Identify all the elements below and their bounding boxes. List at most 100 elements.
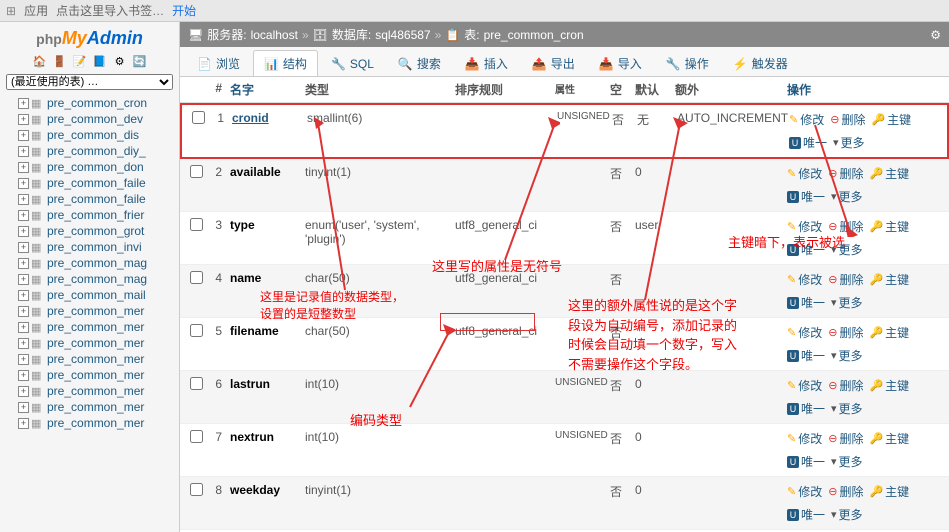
primary-key-action[interactable]: 🔑主键 — [869, 218, 909, 235]
edit-action[interactable]: ✎修改 — [787, 165, 822, 182]
unique-action[interactable]: U唯一 — [787, 241, 825, 258]
primary-key-action[interactable]: 🔑主键 — [869, 271, 909, 288]
more-action[interactable]: ▾更多 — [831, 188, 863, 205]
expand-icon[interactable]: + — [18, 274, 29, 285]
more-action[interactable]: ▾更多 — [833, 134, 865, 151]
primary-key-action[interactable]: 🔑主键 — [869, 430, 909, 447]
tree-item[interactable]: +▦pre_common_dev — [0, 111, 179, 127]
primary-key-action[interactable]: 🔑主键 — [869, 165, 909, 182]
primary-key-action[interactable]: 🔑主键 — [871, 111, 911, 128]
tree-item[interactable]: +▦pre_common_diy_ — [0, 143, 179, 159]
expand-icon[interactable]: + — [18, 130, 29, 141]
settings-icon[interactable]: ⚙ — [112, 53, 128, 69]
more-action[interactable]: ▾更多 — [831, 453, 863, 470]
tree-item[interactable]: +▦pre_common_mer — [0, 383, 179, 399]
db-tree[interactable]: +▦pre_common_cron+▦pre_common_dev+▦pre_c… — [0, 93, 179, 532]
unique-action[interactable]: U唯一 — [787, 506, 825, 523]
more-action[interactable]: ▾更多 — [831, 400, 863, 417]
db-link[interactable]: sql486587 — [375, 28, 430, 42]
tree-item[interactable]: +▦pre_common_dis — [0, 127, 179, 143]
tree-item[interactable]: +▦pre_common_faile — [0, 175, 179, 191]
edit-action[interactable]: ✎修改 — [787, 377, 822, 394]
delete-action[interactable]: ⊖删除 — [828, 218, 863, 235]
primary-key-action[interactable]: 🔑主键 — [869, 377, 909, 394]
tab-导入[interactable]: 📥导入 — [588, 50, 653, 76]
tree-item[interactable]: +▦pre_common_mer — [0, 303, 179, 319]
tree-item[interactable]: +▦pre_common_mer — [0, 319, 179, 335]
tab-插入[interactable]: 📥插入 — [454, 50, 519, 76]
row-checkbox[interactable] — [190, 324, 203, 337]
delete-action[interactable]: ⊖删除 — [828, 271, 863, 288]
tree-item[interactable]: +▦pre_common_mag — [0, 271, 179, 287]
edit-action[interactable]: ✎修改 — [789, 111, 824, 128]
server-link[interactable]: localhost — [251, 28, 298, 42]
tab-操作[interactable]: 🔧操作 — [655, 50, 720, 76]
expand-icon[interactable]: + — [18, 338, 29, 349]
unique-action[interactable]: U唯一 — [787, 347, 825, 364]
unique-action[interactable]: U唯一 — [787, 188, 825, 205]
delete-action[interactable]: ⊖删除 — [828, 165, 863, 182]
tab-触发器[interactable]: ⚡触发器 — [722, 50, 799, 76]
tree-item[interactable]: +▦pre_common_mail — [0, 287, 179, 303]
sql-icon[interactable]: 📝 — [72, 53, 88, 69]
delete-action[interactable]: ⊖删除 — [828, 377, 863, 394]
tree-item[interactable]: +▦pre_common_mag — [0, 255, 179, 271]
row-checkbox[interactable] — [190, 165, 203, 178]
expand-icon[interactable]: + — [18, 258, 29, 269]
primary-key-action[interactable]: 🔑主键 — [869, 324, 909, 341]
expand-icon[interactable]: + — [18, 354, 29, 365]
unique-action[interactable]: U唯一 — [789, 134, 827, 151]
tab-结构[interactable]: 📊结构 — [253, 50, 318, 76]
expand-icon[interactable]: + — [18, 322, 29, 333]
row-checkbox[interactable] — [190, 483, 203, 496]
tree-item[interactable]: +▦pre_common_mer — [0, 415, 179, 431]
start-link[interactable]: 开始 — [172, 2, 196, 19]
row-checkbox[interactable] — [190, 271, 203, 284]
expand-icon[interactable]: + — [18, 146, 29, 157]
expand-icon[interactable]: + — [18, 162, 29, 173]
tab-SQL[interactable]: 🔧SQL — [320, 50, 385, 76]
more-action[interactable]: ▾更多 — [831, 347, 863, 364]
tree-item[interactable]: +▦pre_common_frier — [0, 207, 179, 223]
row-checkbox[interactable] — [190, 218, 203, 231]
tree-item[interactable]: +▦pre_common_grot — [0, 223, 179, 239]
edit-action[interactable]: ✎修改 — [787, 324, 822, 341]
expand-icon[interactable]: + — [18, 178, 29, 189]
delete-action[interactable]: ⊖删除 — [828, 324, 863, 341]
tree-item[interactable]: +▦pre_common_mer — [0, 335, 179, 351]
unique-action[interactable]: U唯一 — [787, 400, 825, 417]
edit-action[interactable]: ✎修改 — [787, 430, 822, 447]
expand-icon[interactable]: + — [18, 418, 29, 429]
tree-item[interactable]: +▦pre_common_cron — [0, 95, 179, 111]
row-checkbox[interactable] — [190, 430, 203, 443]
row-checkbox[interactable] — [190, 377, 203, 390]
delete-action[interactable]: ⊖删除 — [828, 430, 863, 447]
more-action[interactable]: ▾更多 — [831, 506, 863, 523]
tree-item[interactable]: +▦pre_common_faile — [0, 191, 179, 207]
home-icon[interactable]: 🏠 — [32, 53, 48, 69]
gear-icon[interactable]: ⚙ — [930, 28, 941, 42]
expand-icon[interactable]: + — [18, 98, 29, 109]
tree-item[interactable]: +▦pre_common_don — [0, 159, 179, 175]
tree-item[interactable]: +▦pre_common_mer — [0, 351, 179, 367]
tab-浏览[interactable]: 📄浏览 — [186, 50, 251, 76]
logo[interactable]: phpMyAdmin — [0, 22, 179, 51]
more-action[interactable]: ▾更多 — [831, 294, 863, 311]
expand-icon[interactable]: + — [18, 306, 29, 317]
reload-icon[interactable]: 🔄 — [132, 53, 148, 69]
expand-icon[interactable]: + — [18, 114, 29, 125]
import-bookmarks[interactable]: 点击这里导入书签… — [56, 2, 164, 19]
table-link[interactable]: pre_common_cron — [484, 28, 584, 42]
primary-key-action[interactable]: 🔑主键 — [869, 483, 909, 500]
edit-action[interactable]: ✎修改 — [787, 271, 822, 288]
expand-icon[interactable]: + — [18, 370, 29, 381]
expand-icon[interactable]: + — [18, 226, 29, 237]
expand-icon[interactable]: + — [18, 194, 29, 205]
unique-action[interactable]: U唯一 — [787, 294, 825, 311]
row-checkbox[interactable] — [192, 111, 205, 124]
expand-icon[interactable]: + — [18, 210, 29, 221]
recent-select[interactable]: (最近使用的表) … — [6, 74, 173, 90]
more-action[interactable]: ▾更多 — [831, 241, 863, 258]
delete-action[interactable]: ⊖删除 — [828, 483, 863, 500]
tab-导出[interactable]: 📤导出 — [521, 50, 586, 76]
